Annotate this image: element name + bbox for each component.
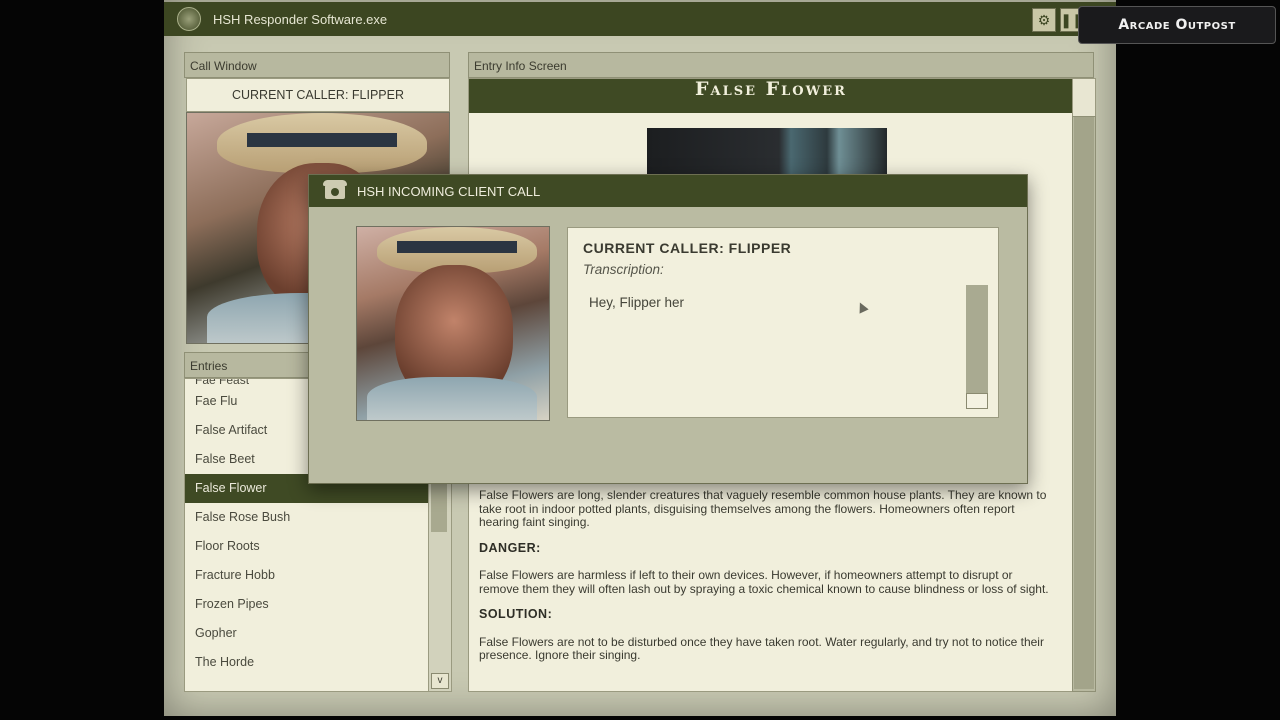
shirt-shape <box>367 377 537 420</box>
incoming-call-dialog: HSH INCOMING CLIENT CALL CURRENT CALLER:… <box>308 174 1028 484</box>
entry-scroll-cap <box>1072 78 1096 118</box>
scroll-down-button[interactable]: v <box>431 673 449 689</box>
transcription-scroll-thumb[interactable] <box>966 285 988 393</box>
danger-heading: DANGER: <box>479 540 541 555</box>
phone-icon <box>323 180 347 199</box>
solution-text: False Flowers are not to be disturbed on… <box>479 634 1044 662</box>
arcade-outpost-watermark: Arcade Outpost <box>1078 6 1276 44</box>
transcription-label: Transcription: <box>583 262 664 277</box>
call-window-header: Call Window <box>184 52 450 78</box>
app-title: HSH Responder Software.exe <box>213 11 388 27</box>
app-titlebar: HSH Responder Software.exe ⚙ ❚❚ <box>164 2 1116 36</box>
entry-description: False Flowers are long, slender creature… <box>479 488 1047 529</box>
hat-band-shape <box>247 133 397 147</box>
caller-portrait-large <box>356 226 550 421</box>
transcription-text: Hey, Flipper her <box>589 295 685 310</box>
incoming-call-title: HSH INCOMING CLIENT CALL <box>357 183 541 199</box>
call-window-caller-label: CURRENT CALLER: FLIPPER <box>186 78 450 112</box>
list-item[interactable]: Frozen Pipes <box>185 590 429 619</box>
entries-scroll-thumb[interactable] <box>431 484 447 532</box>
transcription-scroll-end[interactable] <box>966 393 988 409</box>
solution-heading: SOLUTION: <box>479 607 553 621</box>
entry-scroll-thumb[interactable] <box>1074 117 1094 689</box>
list-item[interactable]: False Rose Bush <box>185 503 429 532</box>
list-item[interactable]: Floor Roots <box>185 532 429 561</box>
incoming-call-titlebar[interactable]: HSH INCOMING CLIENT CALL <box>309 175 1027 207</box>
gear-icon[interactable]: ⚙ <box>1032 8 1056 32</box>
entry-title: False Flower <box>469 79 1073 113</box>
transcription-box: CURRENT CALLER: FLIPPER Transcription: H… <box>567 227 999 418</box>
entry-body: False Flowers are long, slender creature… <box>479 488 1049 675</box>
entry-scrollbar[interactable] <box>1072 116 1096 692</box>
transcription-scrollbar[interactable] <box>966 285 988 409</box>
list-item[interactable]: Gopher <box>185 619 429 648</box>
entry-info-header: Entry Info Screen <box>468 52 1094 78</box>
hat-band-shape <box>397 241 517 253</box>
danger-text: False Flowers are harmless if left to th… <box>479 568 1049 596</box>
modal-caller-label: CURRENT CALLER: FLIPPER <box>583 240 792 256</box>
hsh-logo-icon <box>177 7 201 31</box>
list-item[interactable]: The Horde <box>185 648 429 677</box>
entry-image <box>647 128 887 174</box>
list-item[interactable]: Fracture Hobb <box>185 561 429 590</box>
